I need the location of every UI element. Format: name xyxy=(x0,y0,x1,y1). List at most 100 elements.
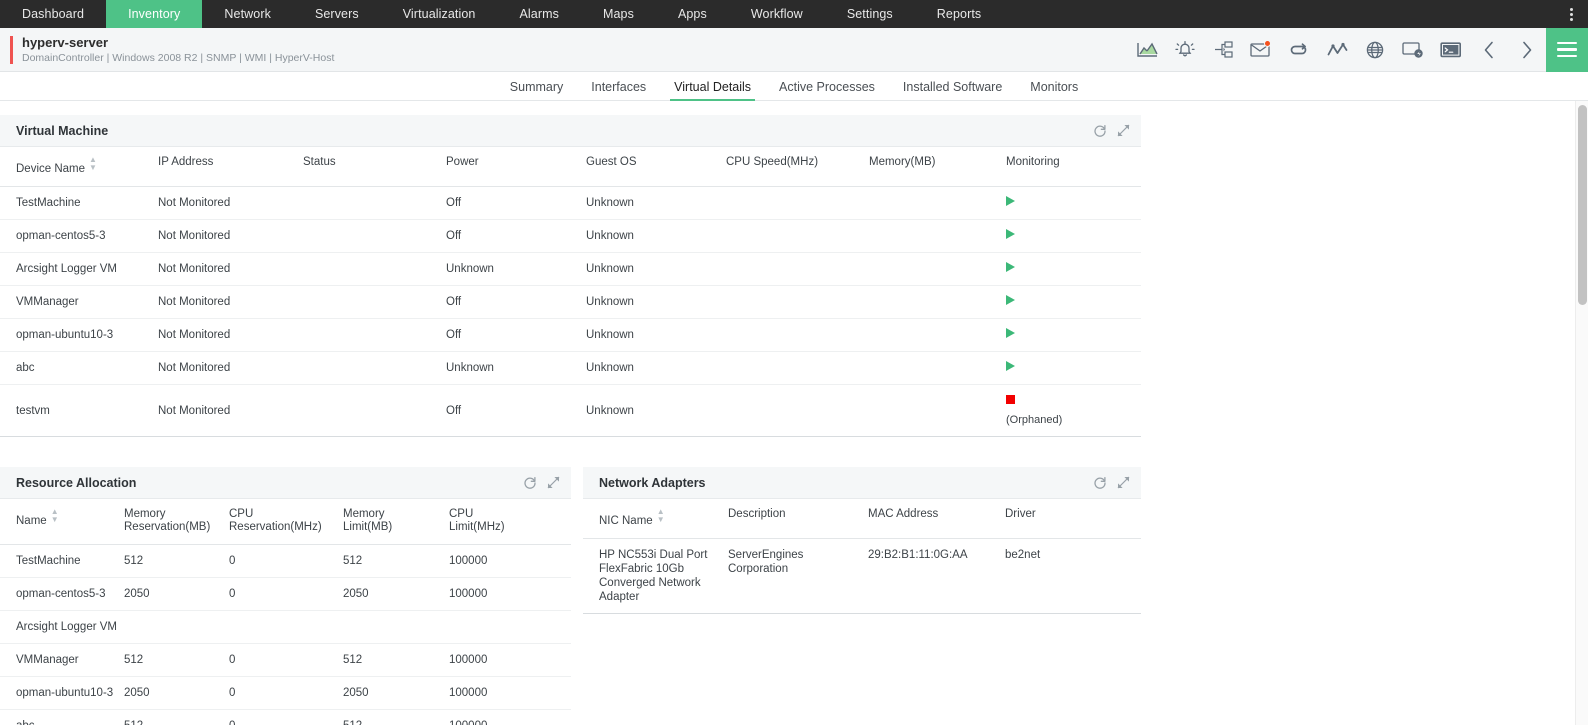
topnav-item-settings[interactable]: Settings xyxy=(825,0,915,28)
res-name: Arcsight Logger VM xyxy=(0,610,124,644)
link-icon[interactable] xyxy=(1280,28,1318,72)
column-header-status[interactable]: Status xyxy=(303,147,446,187)
vm-device-name: abc xyxy=(0,351,158,385)
topnav-item-virtualization[interactable]: Virtualization xyxy=(381,0,498,28)
nic-mac-address: 29:B2:B1:11:0G:AA xyxy=(868,538,1005,614)
mail-notification-badge xyxy=(1264,39,1271,47)
res-memory-reservation: 512 xyxy=(124,544,229,578)
column-header-ip-address[interactable]: IP Address xyxy=(158,147,303,187)
monitoring-running-icon[interactable] xyxy=(1006,361,1015,371)
refresh-icon[interactable] xyxy=(1092,475,1107,490)
monitoring-running-icon[interactable] xyxy=(1006,295,1015,305)
topnav-item-dashboard[interactable]: Dashboard xyxy=(0,0,106,28)
topnav-item-reports[interactable]: Reports xyxy=(915,0,1003,28)
vm-guest-os: Unknown xyxy=(586,318,726,352)
vm-memory xyxy=(869,186,1006,220)
tab-installed-software[interactable]: Installed Software xyxy=(889,80,1016,100)
table-row[interactable]: opman-ubuntu10-3 Not Monitored Off Unknown xyxy=(0,318,1141,352)
expand-icon[interactable] xyxy=(1116,475,1131,490)
top-navigation-bar: Dashboard Inventory Network Servers Virtuali… xyxy=(0,0,1588,28)
next-chevron-icon[interactable] xyxy=(1508,28,1546,72)
topnav-item-workflow[interactable]: Workflow xyxy=(729,0,825,28)
overflow-menu-button[interactable] xyxy=(1554,0,1588,28)
tab-virtual-details[interactable]: Virtual Details xyxy=(660,80,765,101)
scrollbar-thumb[interactable] xyxy=(1578,105,1587,305)
monitoring-running-icon[interactable] xyxy=(1006,229,1015,239)
column-header-monitoring[interactable]: Monitoring xyxy=(1006,147,1141,187)
monitoring-running-icon[interactable] xyxy=(1006,328,1015,338)
table-row[interactable]: Arcsight Logger VM xyxy=(0,610,571,644)
vm-ip-address: Not Monitored xyxy=(158,285,303,319)
remote-desktop-icon[interactable] xyxy=(1394,28,1432,72)
table-row[interactable]: opman-ubuntu10-3 2050 0 2050 100000 xyxy=(0,676,571,710)
trend-line-icon[interactable] xyxy=(1318,28,1356,72)
column-header-nic-name[interactable]: NIC Name▲ ▼ xyxy=(583,499,728,539)
column-header-guest-os[interactable]: Guest OS xyxy=(586,147,726,187)
column-header-name[interactable]: Name▲ ▼ xyxy=(0,499,124,545)
res-memory-limit: 512 xyxy=(343,709,449,725)
res-cpu-reservation: 0 xyxy=(229,643,343,677)
terminal-icon[interactable] xyxy=(1432,28,1470,72)
column-header-cpu-limit-mhz[interactable]: CPU Limit(MHz) xyxy=(449,499,571,545)
virtual-machine-table-header-row: Device Name▲ ▼ IP Address Status Power Guest … xyxy=(0,147,1141,187)
column-header-mac-address[interactable]: MAC Address xyxy=(868,499,1005,539)
virtual-machine-table: Device Name▲ ▼ IP Address Status Power Guest … xyxy=(0,147,1141,437)
refresh-icon[interactable] xyxy=(1092,123,1107,138)
table-row[interactable]: TestMachine Not Monitored Off Unknown xyxy=(0,186,1141,220)
tab-monitors[interactable]: Monitors xyxy=(1016,80,1092,100)
vm-status xyxy=(303,252,446,286)
topnav-item-maps[interactable]: Maps xyxy=(581,0,656,28)
table-row[interactable]: abc Not Monitored Unknown Unknown xyxy=(0,351,1141,385)
topnav-item-network[interactable]: Network xyxy=(202,0,293,28)
column-header-driver[interactable]: Driver xyxy=(1005,499,1141,539)
expand-icon[interactable] xyxy=(1116,123,1131,138)
monitoring-running-icon[interactable] xyxy=(1006,262,1015,272)
topnav-item-inventory[interactable]: Inventory xyxy=(106,0,203,28)
alarm-bell-icon[interactable] xyxy=(1166,28,1204,72)
column-header-memory-limit-mb[interactable]: Memory Limit(MB) xyxy=(343,499,449,545)
refresh-icon[interactable] xyxy=(522,475,537,490)
vm-cpu-speed xyxy=(726,351,869,385)
column-header-memory-reservation-mb[interactable]: Memory Reservation(MB) xyxy=(124,499,229,545)
table-row[interactable]: opman-centos5-3 Not Monitored Off Unknown xyxy=(0,219,1141,253)
table-row[interactable]: TestMachine 512 0 512 100000 xyxy=(0,544,571,578)
performance-chart-icon[interactable] xyxy=(1128,28,1166,72)
bottom-panels-row: Resource Allocation Name▲ ▼ Memory Reservat… xyxy=(0,467,1588,725)
mail-icon[interactable] xyxy=(1242,28,1280,72)
column-header-power[interactable]: Power xyxy=(446,147,586,187)
prev-chevron-icon[interactable] xyxy=(1470,28,1508,72)
table-row[interactable]: Arcsight Logger VM Not Monitored Unknown Un… xyxy=(0,252,1141,286)
column-header-cpu-reservation-mhz[interactable]: CPU Reservation(MHz) xyxy=(229,499,343,545)
side-menu-toggle-button[interactable] xyxy=(1546,27,1588,72)
monitoring-running-icon[interactable] xyxy=(1006,196,1015,206)
table-row[interactable]: testvm Not Monitored Off Unknown (Orphaned) xyxy=(0,384,1141,437)
vm-power: Off xyxy=(446,219,586,253)
vm-memory xyxy=(869,252,1006,286)
globe-icon[interactable] xyxy=(1356,28,1394,72)
table-row[interactable]: VMManager Not Monitored Off Unknown xyxy=(0,285,1141,319)
column-header-description[interactable]: Description xyxy=(728,499,868,539)
column-header-cpu-speed-mhz[interactable]: CPU Speed(MHz) xyxy=(726,147,869,187)
expand-icon[interactable] xyxy=(546,475,561,490)
vm-cpu-speed xyxy=(726,318,869,352)
topnav-item-servers[interactable]: Servers xyxy=(293,0,381,28)
vm-power: Off xyxy=(446,384,586,437)
topnav-item-apps[interactable]: Apps xyxy=(656,0,729,28)
tab-active-processes[interactable]: Active Processes xyxy=(765,80,889,100)
column-header-memory-mb[interactable]: Memory(MB) xyxy=(869,147,1006,187)
vertical-scrollbar[interactable] xyxy=(1575,101,1588,725)
vm-power: Off xyxy=(446,318,586,352)
res-name: opman-centos5-3 xyxy=(0,577,124,611)
topnav-item-alarms[interactable]: Alarms xyxy=(497,0,581,28)
table-row[interactable]: opman-centos5-3 2050 0 2050 100000 xyxy=(0,577,571,611)
monitoring-stopped-icon[interactable] xyxy=(1006,395,1015,404)
vm-guest-os: Unknown xyxy=(586,351,726,385)
table-row[interactable]: VMManager 512 0 512 100000 xyxy=(0,643,571,677)
tab-interfaces[interactable]: Interfaces xyxy=(577,80,660,100)
sort-arrow-icon: ▲ ▼ xyxy=(656,507,665,524)
table-row[interactable]: abc5120512100000 xyxy=(0,709,571,725)
table-row[interactable]: HP NC553i Dual Port FlexFabric 10Gb Conv… xyxy=(583,538,1141,614)
tab-summary[interactable]: Summary xyxy=(496,80,577,100)
workflow-icon[interactable] xyxy=(1204,28,1242,72)
column-header-device-name[interactable]: Device Name▲ ▼ xyxy=(0,147,158,187)
